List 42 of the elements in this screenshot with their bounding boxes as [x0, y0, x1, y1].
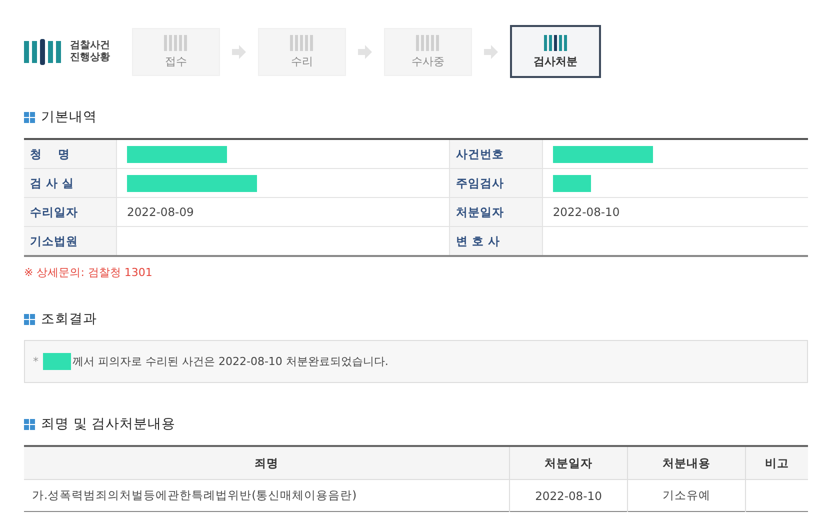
redaction-mark	[552, 174, 591, 192]
section-title: 기본내역	[41, 108, 97, 126]
field-label: 사건번호	[449, 139, 542, 168]
field-value: 2022-08-10	[542, 198, 808, 226]
section-title: 죄명 및 검사처분내용	[41, 415, 176, 433]
column-header: 처분내용	[628, 446, 746, 480]
logo-text: 검찰사건	[70, 40, 110, 52]
arrow-icon	[232, 44, 246, 58]
section-icon	[24, 418, 35, 430]
bars-icon	[164, 34, 188, 50]
section-title: 조회결과	[41, 310, 97, 328]
table-cell: 기소유예	[628, 480, 746, 512]
field-label: 수리일자	[24, 198, 116, 226]
result-message: 께서 피의자로 수리된 사건은 2022-08-10 처분완료되었습니다.	[72, 354, 388, 369]
field-label: 청 명	[24, 139, 116, 168]
column-header: 죄명	[24, 446, 510, 480]
arrow-icon	[484, 44, 498, 58]
progress-step: 수리	[258, 28, 346, 76]
redaction-mark	[42, 353, 70, 370]
field-label: 검 사 실	[24, 168, 116, 198]
field-label: 기소법원	[24, 226, 116, 256]
column-header: 처분일자	[510, 446, 628, 480]
field-label: 주임검사	[449, 168, 542, 198]
bars-icon	[416, 34, 440, 50]
field-value: 2022-08-09	[116, 198, 450, 226]
logo-text: 진행상황	[70, 52, 110, 64]
progress-step: 수사중	[384, 28, 472, 76]
column-header: 비고	[746, 446, 808, 480]
field-label: 변 호 사	[449, 226, 542, 256]
contact-note: ※ 상세문의: 검찰청 1301	[24, 265, 154, 280]
table-cell: 2022-08-10	[510, 480, 628, 512]
table-cell: 가.성폭력범죄의처벌등에관한특례법위반(통신매체이용음란)	[24, 480, 510, 512]
arrow-icon	[358, 44, 372, 58]
bars-icon	[544, 34, 568, 50]
field-label: 처분일자	[449, 198, 542, 226]
section-icon	[24, 314, 35, 324]
bars-icon	[290, 34, 314, 50]
bullet: *	[33, 355, 38, 368]
logo-icon	[24, 38, 62, 64]
progress-step: 접수	[132, 28, 220, 76]
progress-step: 검사처분	[510, 25, 601, 78]
section-icon	[24, 112, 35, 122]
